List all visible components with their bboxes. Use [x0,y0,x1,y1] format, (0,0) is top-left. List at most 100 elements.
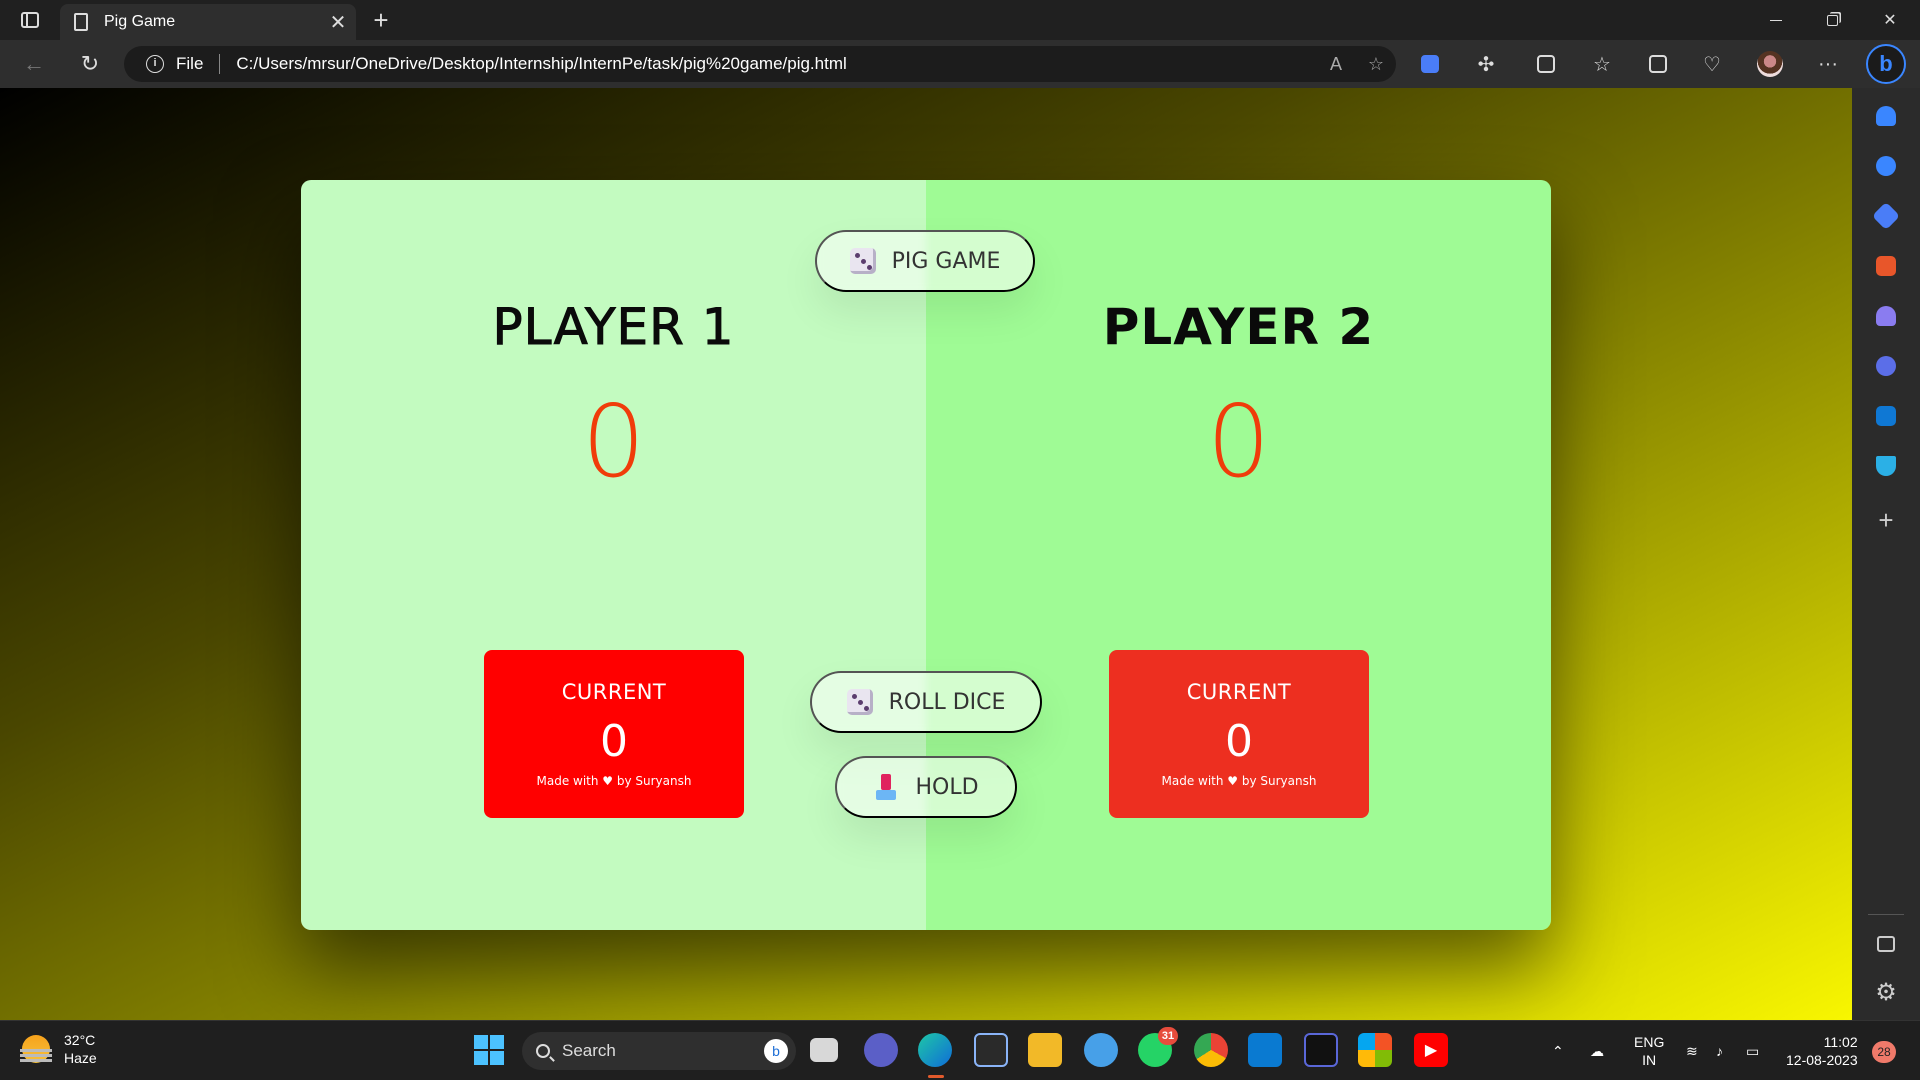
photos-icon[interactable] [1084,1033,1118,1067]
info-icon[interactable]: i [146,55,164,73]
dice-icon [846,689,873,715]
file-explorer-icon[interactable] [1028,1033,1062,1067]
battery-icon[interactable]: ▭ [1746,1021,1759,1080]
wifi-icon[interactable]: ≋ [1686,1021,1698,1080]
lang-code: ENG [1634,1034,1665,1050]
browser-titlebar: Pig Game ✕ + ✕ [0,0,1920,40]
clock-date: 12-08-2023 [1786,1052,1858,1068]
player-2-current-label: CURRENT [1186,680,1292,704]
tab-close-button[interactable]: ✕ [320,10,356,35]
roll-dice-button[interactable]: ROLL DICE [810,671,1042,733]
player-2-name: PLAYER 2 [1102,298,1375,356]
send-drop-icon[interactable] [1872,452,1900,480]
player-2-credit: Made with ♥ by Suryansh [1161,774,1317,788]
scheme-label: File [176,54,204,73]
search-icon[interactable] [1872,152,1900,180]
collections-button[interactable] [1642,50,1674,78]
edge-icon[interactable] [918,1033,952,1067]
split-screen-button[interactable] [1530,50,1562,78]
address-bar[interactable]: i File C:/Users/mrsur/OneDrive/Desktop/I… [124,46,1396,82]
new-game-button[interactable]: PIG GAME [815,230,1035,292]
tab-pig-game[interactable]: Pig Game ✕ [60,4,356,40]
whatsapp-badge: 31 [1158,1027,1178,1045]
settings-more-button[interactable]: ··· [1812,50,1844,78]
input-language[interactable]: ENG IN [1634,1033,1664,1069]
avatar [1757,51,1783,77]
bing-icon: b [764,1039,788,1063]
collections-icon [1649,55,1667,73]
vscode-icon[interactable] [1248,1033,1282,1067]
read-aloud-icon[interactable]: A [1316,54,1356,75]
notifications-icon[interactable] [1872,102,1900,130]
favorite-star-icon[interactable]: ☆ [1356,54,1396,75]
weather-widget[interactable]: 32°C Haze [20,1031,97,1067]
url-text[interactable]: C:/Users/mrsur/OneDrive/Desktop/Internsh… [236,54,1316,74]
player-1-panel: PLAYER 1 0 CURRENT 0 Made with ♥ by Sury… [301,180,926,930]
office-icon[interactable] [1358,1033,1392,1067]
teams-chat-icon[interactable] [864,1033,898,1067]
performance-button[interactable]: ♡ [1696,50,1728,78]
outlook-icon[interactable] [1872,402,1900,430]
weather-condition: Haze [64,1050,97,1066]
weather-haze-icon [20,1035,52,1063]
windows-taskbar: 32°C Haze Search b 31 ▶ ⌃ ☁ ENG IN ≋ ♪ ▭… [0,1020,1920,1080]
page-viewport: PLAYER 1 0 CURRENT 0 Made with ♥ by Sury… [0,88,1852,1020]
search-icon [536,1044,550,1058]
show-hidden-icons-button[interactable]: ⌃ [1552,1021,1564,1080]
extensions-button[interactable]: ✣ [1470,50,1502,78]
active-app-indicator [928,1075,944,1078]
bing-copilot-button[interactable]: b [1866,44,1906,84]
chrome-icon[interactable] [1194,1033,1228,1067]
notification-count-badge[interactable]: 28 [1872,1041,1896,1063]
start-button[interactable] [472,1033,506,1067]
task-view-icon[interactable] [810,1038,838,1062]
youtube-icon[interactable]: ▶ [1414,1033,1448,1067]
whatsapp-icon[interactable]: 31 [1138,1027,1178,1067]
tab-actions-button[interactable] [12,6,48,34]
sidebar-divider [1868,914,1904,915]
search-placeholder: Search [562,1041,616,1060]
shopping-tag-icon[interactable] [1871,201,1901,231]
favorites-icon: ☆ [1593,53,1611,76]
hide-sidebar-icon[interactable] [1872,930,1900,958]
new-tab-button[interactable]: + [364,6,398,34]
tab-actions-icon [21,12,39,28]
add-sidebar-app-icon[interactable]: + [1872,505,1900,535]
weather-temp: 32°C [64,1032,96,1048]
volume-icon[interactable]: ♪ [1716,1021,1723,1080]
player-2-panel: PLAYER 2 0 CURRENT 0 Made with ♥ by Sury… [926,180,1551,930]
split-screen-icon [1537,55,1555,73]
intellij-icon[interactable] [1304,1033,1338,1067]
tab-title: Pig Game [104,13,176,30]
edge-sidebar: + ⚙ [1852,88,1920,1020]
onedrive-error-icon[interactable]: ☁ [1590,1021,1604,1080]
windows-logo-icon [474,1035,504,1065]
taskbar-search[interactable]: Search b [522,1032,796,1070]
microsoft-365-icon[interactable] [1872,352,1900,380]
shield-icon [1421,55,1439,73]
favorites-button[interactable]: ☆ [1586,50,1618,78]
heartbeat-icon: ♡ [1703,53,1721,76]
restore-icon [1826,14,1838,26]
system-clock[interactable]: 11:02 12-08-2023 [1786,1033,1858,1069]
player-1-current-score: 0 [600,716,628,767]
microsoft-store-icon[interactable] [974,1033,1008,1067]
profile-button[interactable] [1754,50,1786,78]
back-button[interactable]: ← [16,48,52,80]
player-2-current-box: CURRENT 0 Made with ♥ by Suryansh [1109,650,1369,818]
player-2-current-score: 0 [1225,716,1253,767]
hold-button[interactable]: HOLD [835,756,1017,818]
player-1-name: PLAYER 1 [492,298,735,357]
restore-button[interactable] [1804,0,1860,40]
puzzle-icon: ✣ [1477,53,1495,76]
close-window-button[interactable]: ✕ [1862,0,1918,40]
reload-button[interactable]: ↻ [72,48,108,80]
minimize-button[interactable] [1748,0,1804,40]
browser-essentials-button[interactable] [1414,50,1446,78]
sidebar-settings-icon[interactable]: ⚙ [1872,978,1900,1006]
more-icon: ··· [1818,52,1838,75]
games-icon[interactable] [1872,302,1900,330]
bing-icon: b [1879,51,1893,76]
tools-briefcase-icon[interactable] [1872,252,1900,280]
player-1-current-box: CURRENT 0 Made with ♥ by Suryansh [484,650,744,818]
